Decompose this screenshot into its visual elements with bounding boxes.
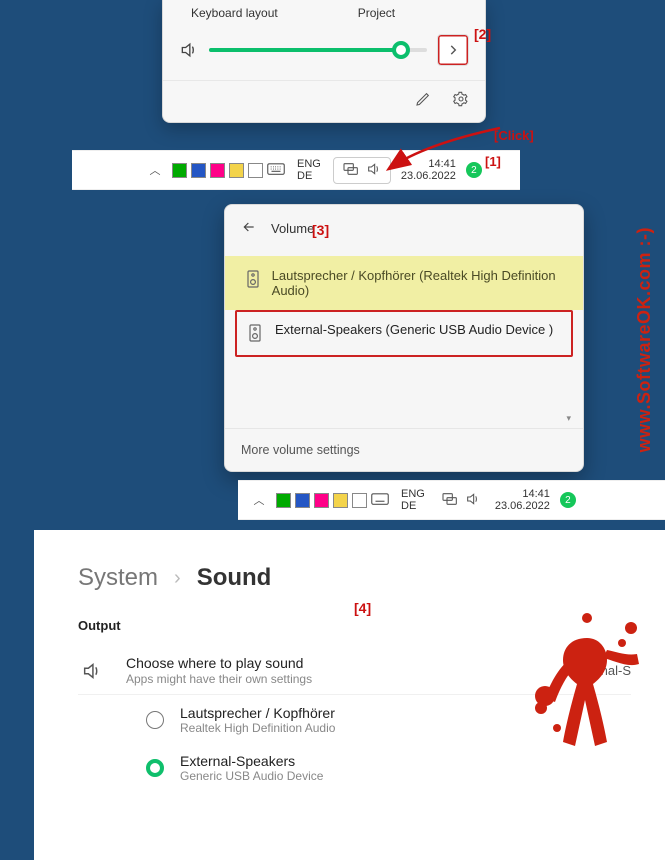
quick-settings-flyout: Keyboard layout Project <box>162 0 486 123</box>
back-button[interactable] <box>241 219 257 238</box>
tray-icons <box>172 162 285 179</box>
tray-icon[interactable] <box>333 493 348 508</box>
language-indicator[interactable]: ENGDE <box>395 488 431 512</box>
taskbar: ︿ ENGDE 14:4123.06.2022 2 <box>238 480 665 520</box>
volume-slider[interactable] <box>209 48 427 52</box>
keyboard-icon[interactable] <box>371 492 389 509</box>
tray-icon[interactable] <box>172 163 187 178</box>
tray-icon[interactable] <box>314 493 329 508</box>
tray-icons <box>276 492 389 509</box>
audio-device-item[interactable]: External-Speakers (Generic USB Audio Dev… <box>235 310 573 357</box>
radio-subtitle: Realtek High Definition Audio <box>180 721 335 735</box>
radio-subtitle: Generic USB Audio Device <box>180 769 323 783</box>
pencil-icon[interactable] <box>411 87 435 114</box>
radio-title: Lautsprecher / Kopfhörer <box>180 705 335 721</box>
tray-icon[interactable] <box>229 163 244 178</box>
speaker-device-icon <box>247 270 260 291</box>
speaker-icon[interactable] <box>465 491 481 510</box>
network-icon[interactable] <box>441 491 457 510</box>
speaker-icon <box>179 40 199 60</box>
gear-icon[interactable] <box>449 87 473 114</box>
tray-overflow-button[interactable]: ︿ <box>144 162 166 178</box>
annotation-4: [4] <box>354 600 371 616</box>
tray-icon[interactable] <box>248 163 263 178</box>
keyboard-icon[interactable] <box>267 162 285 179</box>
volume-devices-popup: Volume Lautsprecher / Kopfhörer (Realtek… <box>224 204 584 472</box>
network-icon[interactable] <box>342 161 358 180</box>
speaker-icon <box>78 660 106 682</box>
tray-icon[interactable] <box>191 163 206 178</box>
qs-label-keyboard: Keyboard layout <box>191 6 278 20</box>
radio-checked-icon <box>146 759 164 777</box>
breadcrumb-system[interactable]: System <box>78 564 158 592</box>
tray-icon[interactable] <box>352 493 367 508</box>
resize-grip-icon: ▾ <box>566 413 571 423</box>
annotation-click: [Click] <box>494 128 534 143</box>
row-subtitle: Apps might have their own settings <box>126 672 312 686</box>
more-volume-settings-link[interactable]: More volume settings <box>241 443 360 457</box>
taskbar: ︿ ENGDE 14:4123.06.2022 2 <box>72 150 520 190</box>
breadcrumb-sound: Sound <box>197 564 272 592</box>
annotation-1: [1] <box>485 154 501 169</box>
tray-icon[interactable] <box>276 493 291 508</box>
tray-overflow-button[interactable]: ︿ <box>248 492 270 508</box>
tray-icon[interactable] <box>210 163 225 178</box>
clock[interactable]: 14:4123.06.2022 <box>491 488 554 512</box>
device-label: Lautsprecher / Kopfhörer (Realtek High D… <box>272 268 565 298</box>
language-indicator[interactable]: ENGDE <box>291 158 327 182</box>
radio-unchecked-icon <box>146 711 164 729</box>
audio-devices-button[interactable] <box>437 34 469 66</box>
radio-title: External-Speakers <box>180 753 323 769</box>
row-title: Choose where to play sound <box>126 655 312 671</box>
popup-title: Volume <box>271 221 314 236</box>
notification-badge[interactable]: 2 <box>560 492 576 508</box>
annotation-2: [2] <box>474 26 491 42</box>
audio-device-item[interactable]: Lautsprecher / Kopfhörer (Realtek High D… <box>225 256 583 310</box>
notification-badge[interactable]: 2 <box>466 162 482 178</box>
chevron-right-icon: › <box>174 567 181 590</box>
qs-label-project: Project <box>358 6 395 20</box>
device-label: External-Speakers (Generic USB Audio Dev… <box>275 322 553 345</box>
clock[interactable]: 14:4123.06.2022 <box>397 158 460 182</box>
tray-icon[interactable] <box>295 493 310 508</box>
watermark: www.SoftwareOK.com :-) <box>634 150 655 530</box>
watermark-figure <box>527 588 647 768</box>
speaker-icon[interactable] <box>366 161 382 180</box>
annotation-3: [3] <box>312 222 329 238</box>
speaker-device-icon <box>249 324 263 345</box>
